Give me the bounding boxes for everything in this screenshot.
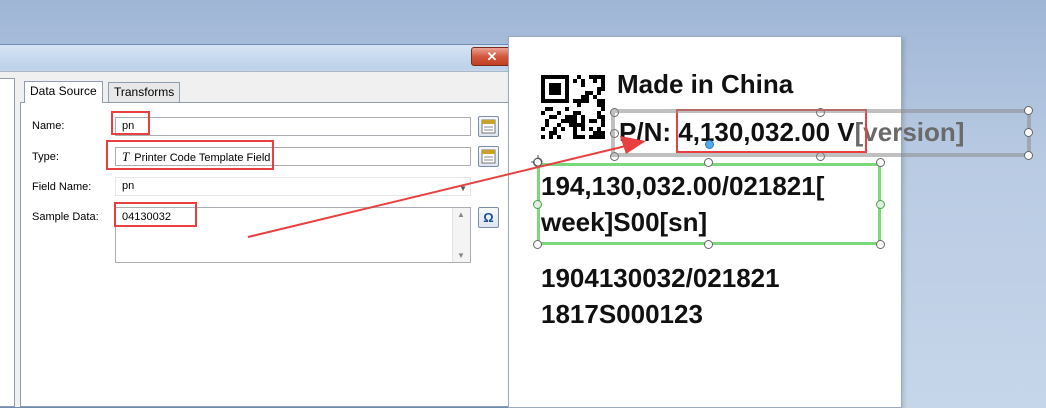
tab-data-source[interactable]: Data Source — [24, 81, 103, 103]
annotation-arrow — [247, 136, 646, 238]
